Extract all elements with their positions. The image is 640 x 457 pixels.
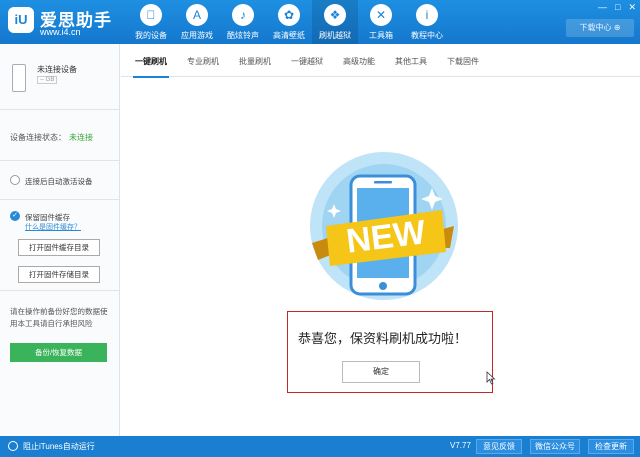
apple-icon:  — [140, 4, 162, 26]
sidebar: 未连接设备 -- GB 设备连接状态： 未连接 连接后自动激活设备 ✓ 保留固件缓… — [0, 44, 120, 436]
itunes-toggle-icon[interactable] — [8, 441, 18, 451]
logo-mark-icon: iU — [8, 7, 34, 33]
connection-status-panel: 设备连接状态： 未连接 — [0, 111, 119, 161]
nav-item-1[interactable]: A 应用游戏 — [174, 0, 220, 44]
tab-2[interactable]: 批量刷机 — [229, 44, 281, 77]
device-name: 未连接设备 — [37, 65, 77, 74]
nav-label: 高清壁纸 — [273, 31, 305, 40]
minimize-icon[interactable]: — — [598, 2, 607, 14]
nav-label: 我的设备 — [135, 31, 167, 40]
firmware-cache-panel: ✓ 保留固件缓存 什么是固件缓存？ 打开固件缓存目录 打开固件存储目录 — [0, 201, 119, 291]
dropbox-icon: ❖ — [324, 4, 346, 26]
check-update-button[interactable]: 检查更新 — [588, 439, 634, 454]
auto-activate-panel: 连接后自动激活设备 — [0, 162, 119, 200]
block-itunes-toggle[interactable]: 阻止iTunes自动运行 — [23, 441, 95, 452]
nav-label: 工具箱 — [369, 31, 393, 40]
info-icon: i — [416, 4, 438, 26]
backup-panel: 请在操作前备份好您的数据使用本工具请自行承担风险 备份/恢复数据 — [0, 292, 119, 436]
main-nav:  我的设备 A 应用游戏 ♪ 酷炫铃声 ✿ 高清壁纸 ❖ 刷机越狱 ✕ 工具箱 i 教程中心 — [128, 0, 450, 44]
status-value: 未连接 — [69, 133, 93, 142]
tab-bar: 一键刷机 专业刷机 批量刷机 一键越狱 高级功能 其他工具 下载固件 — [121, 44, 640, 78]
mouse-cursor-icon — [486, 371, 496, 385]
device-panel: 未连接设备 -- GB — [0, 44, 119, 110]
status-bar: 阻止iTunes自动运行 V7.77 意见反馈 微信公众号 检查更新 — [0, 436, 640, 457]
close-icon[interactable]: ✕ — [628, 2, 636, 14]
nav-item-4[interactable]: ❖ 刷机越狱 — [312, 0, 358, 44]
app-logo: iU 爱思助手 www.i4.cn — [8, 6, 128, 38]
tab-3[interactable]: 一键越狱 — [281, 44, 333, 77]
tab-6[interactable]: 下载固件 — [437, 44, 489, 77]
app-store-icon: A — [186, 4, 208, 26]
open-cache-dir-button[interactable]: 打开固件缓存目录 — [18, 239, 100, 256]
status-label: 设备连接状态： — [10, 133, 66, 142]
nav-label: 应用游戏 — [181, 31, 213, 40]
nav-label: 刷机越狱 — [319, 31, 351, 40]
ok-button[interactable]: 确定 — [342, 361, 420, 383]
app-url: www.i4.cn — [40, 27, 81, 37]
top-bar: iU 爱思助手 www.i4.cn  我的设备 A 应用游戏 ♪ 酷炫铃声 ✿ 高清壁纸 ❖ 刷… — [0, 0, 640, 44]
nav-label: 酷炫铃声 — [227, 31, 259, 40]
tab-1[interactable]: 专业刷机 — [177, 44, 229, 77]
flower-icon: ✿ — [278, 4, 300, 26]
success-message: 恭喜您，保资料刷机成功啦！ — [298, 331, 468, 346]
nav-item-3[interactable]: ✿ 高清壁纸 — [266, 0, 312, 44]
nav-label: 教程中心 — [411, 31, 443, 40]
window-controls: — □ ✕ — [574, 2, 636, 14]
check-icon[interactable]: ✓ — [10, 211, 20, 221]
connection-status: 设备连接状态： 未连接 — [10, 132, 93, 143]
open-store-dir-button[interactable]: 打开固件存储目录 — [18, 266, 100, 283]
backup-hint: 请在操作前备份好您的数据使用本工具请自行承担风险 — [10, 307, 108, 328]
tab-0[interactable]: 一键刷机 — [125, 44, 177, 78]
success-dialog: 恭喜您，保资料刷机成功啦！ 确定 — [287, 311, 493, 393]
nav-item-5[interactable]: ✕ 工具箱 — [358, 0, 404, 44]
nav-item-2[interactable]: ♪ 酷炫铃声 — [220, 0, 266, 44]
new-phone-illustration: NEW — [310, 152, 458, 300]
wechat-button[interactable]: 微信公众号 — [530, 439, 580, 454]
feedback-button[interactable]: 意见反馈 — [476, 439, 522, 454]
tab-5[interactable]: 其他工具 — [385, 44, 437, 77]
what-is-firmware-link[interactable]: 什么是固件缓存？ — [25, 222, 81, 232]
tab-4[interactable]: 高级功能 — [333, 44, 385, 77]
tools-icon: ✕ — [370, 4, 392, 26]
bell-icon: ♪ — [232, 4, 254, 26]
version-label: V7.77 — [450, 441, 471, 450]
nav-item-0[interactable]:  我的设备 — [128, 0, 174, 44]
device-capacity: -- GB — [37, 76, 58, 84]
auto-activate-radio[interactable] — [10, 175, 20, 185]
phone-icon — [12, 64, 26, 92]
maximize-icon[interactable]: □ — [615, 2, 620, 14]
nav-item-6[interactable]: i 教程中心 — [404, 0, 450, 44]
download-center-button[interactable]: 下载中心 ⊕ — [566, 19, 634, 37]
auto-activate-label[interactable]: 连接后自动激活设备 — [25, 176, 93, 187]
backup-restore-button[interactable]: 备份/恢复数据 — [10, 343, 107, 362]
